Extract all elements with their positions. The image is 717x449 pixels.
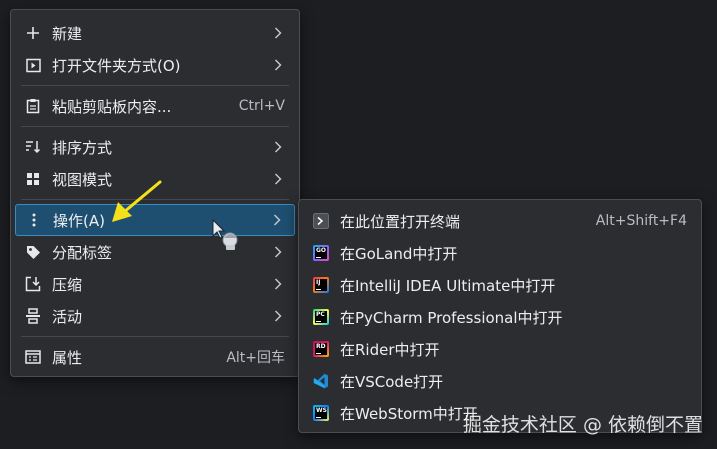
- menu-item-label: 属性: [52, 348, 83, 367]
- menu-separator: [21, 336, 289, 337]
- menu-item-label: 压缩: [52, 275, 83, 294]
- actions-submenu: 在此位置打开终端 Alt+Shift+F4 GO 在GoLand中打开 IJ 在…: [298, 199, 702, 433]
- rider-icon: RD: [312, 340, 330, 358]
- view-grid-icon: [24, 170, 42, 188]
- chevron-right-icon: [271, 245, 285, 259]
- sort-icon: [24, 138, 42, 156]
- menu-item-label: 粘贴剪贴板内容...: [52, 97, 172, 116]
- menu-item-label: 在IntelliJ IDEA Ultimate中打开: [340, 276, 556, 295]
- shortcut-label: Ctrl+V: [238, 98, 285, 114]
- compress-icon: [24, 275, 42, 293]
- intellij-idea-icon: IJ: [312, 276, 330, 294]
- mouse-cursor-icon: [212, 218, 238, 250]
- chevron-right-icon: [271, 277, 285, 291]
- pycharm-icon: PC: [312, 308, 330, 326]
- submenu-item-goland[interactable]: GO 在GoLand中打开: [303, 237, 697, 269]
- submenu-item-rider[interactable]: RD 在Rider中打开: [303, 333, 697, 365]
- menu-item-label: 在PyCharm Professional中打开: [340, 308, 563, 327]
- goland-icon: GO: [312, 244, 330, 262]
- submenu-item-intellij[interactable]: IJ 在IntelliJ IDEA Ultimate中打开: [303, 269, 697, 301]
- submenu-item-open-terminal[interactable]: 在此位置打开终端 Alt+Shift+F4: [303, 205, 697, 237]
- tag-icon: [24, 243, 42, 261]
- menu-separator: [21, 126, 289, 127]
- chevron-right-icon: [270, 213, 284, 227]
- menu-item-label: 排序方式: [52, 138, 113, 157]
- clipboard-icon: [24, 97, 42, 115]
- open-folder-icon: [24, 56, 42, 74]
- menu-item-properties[interactable]: 属性 Alt+回车: [15, 341, 295, 373]
- chevron-right-icon: [271, 172, 285, 186]
- menu-item-label: 在GoLand中打开: [340, 244, 458, 263]
- menu-item-compress[interactable]: 压缩: [15, 268, 295, 300]
- menu-item-label: 打开文件夹方式(O): [52, 56, 181, 75]
- menu-item-sort[interactable]: 排序方式: [15, 131, 295, 163]
- webstorm-icon: WS: [312, 404, 330, 422]
- menu-item-label: 在此位置打开终端: [340, 212, 461, 231]
- terminal-icon: [312, 212, 330, 230]
- menu-item-new[interactable]: 新建: [15, 17, 295, 49]
- annotation-arrow-icon: [112, 180, 162, 222]
- properties-icon: [24, 348, 42, 366]
- menu-item-label: 在Rider中打开: [340, 340, 440, 359]
- watermark: 掘金技术社区 @ 依赖倒不置: [462, 414, 703, 436]
- more-vertical-icon: [25, 211, 43, 229]
- menu-item-label: 新建: [52, 24, 83, 43]
- menu-item-label: 活动: [52, 307, 83, 326]
- plus-icon: [24, 24, 42, 42]
- menu-item-assign-tags[interactable]: 分配标签: [15, 236, 295, 268]
- chevron-right-icon: [271, 58, 285, 72]
- chevron-right-icon: [271, 309, 285, 323]
- shortcut-label: Alt+Shift+F4: [595, 213, 687, 229]
- submenu-item-vscode[interactable]: 在VSCode打开: [303, 365, 697, 397]
- chevron-right-icon: [271, 140, 285, 154]
- menu-item-open-with[interactable]: 打开文件夹方式(O): [15, 49, 295, 81]
- submenu-item-pycharm[interactable]: PC 在PyCharm Professional中打开: [303, 301, 697, 333]
- menu-item-paste[interactable]: 粘贴剪贴板内容... Ctrl+V: [15, 90, 295, 122]
- menu-item-label: 在VSCode打开: [340, 372, 444, 391]
- menu-item-activities[interactable]: 活动: [15, 300, 295, 332]
- chevron-right-icon: [271, 26, 285, 40]
- activities-icon: [24, 307, 42, 325]
- vscode-icon: [312, 372, 330, 390]
- menu-separator: [21, 85, 289, 86]
- shortcut-label: Alt+回车: [226, 350, 285, 366]
